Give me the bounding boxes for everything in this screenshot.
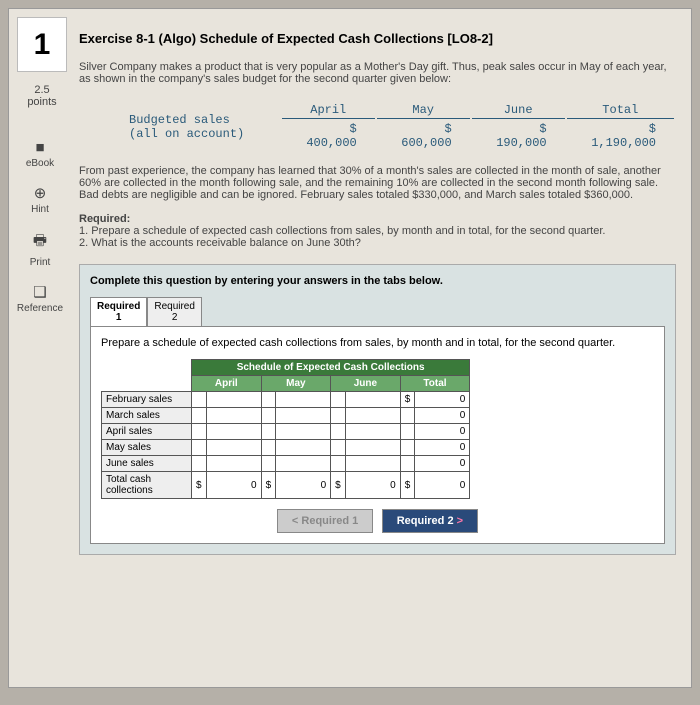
cell-input[interactable] bbox=[206, 424, 261, 440]
next-button[interactable]: Required 2 > bbox=[382, 509, 478, 533]
cell-input[interactable] bbox=[345, 424, 400, 440]
cell-total: 0 bbox=[415, 424, 470, 440]
schedule-table: Schedule of Expected Cash Collections Ap… bbox=[101, 359, 470, 499]
currency: $ bbox=[400, 472, 415, 499]
sidebar: ■ eBook ⊕ Hint 🖶 Print ❑ Reference bbox=[9, 139, 71, 329]
table-row: April sales 0 bbox=[102, 424, 470, 440]
cell-input[interactable] bbox=[206, 408, 261, 424]
tab-strip: Required 1 Required 2 bbox=[90, 297, 665, 326]
tab-label: Required bbox=[154, 301, 195, 312]
points-box: 2.5 points bbox=[17, 84, 67, 108]
cell-total: 0 bbox=[345, 472, 400, 499]
cell-total: 0 bbox=[415, 392, 470, 408]
tab-required-1[interactable]: Required 1 bbox=[90, 297, 147, 326]
budget-val: $ 190,000 bbox=[472, 121, 565, 151]
cell-input[interactable] bbox=[345, 456, 400, 472]
answer-area: Complete this question by entering your … bbox=[79, 264, 676, 555]
next-label: Required 2 bbox=[397, 515, 454, 527]
table-row: June sales 0 bbox=[102, 456, 470, 472]
cell-input[interactable] bbox=[276, 456, 331, 472]
budget-val: $ 600,000 bbox=[377, 121, 470, 151]
cell-total: 0 bbox=[415, 440, 470, 456]
cell-input[interactable] bbox=[345, 408, 400, 424]
sidebar-label: eBook bbox=[26, 158, 54, 169]
currency: $ bbox=[261, 472, 276, 499]
tab-body: Prepare a schedule of expected cash coll… bbox=[90, 326, 665, 544]
experience-text: From past experience, the company has le… bbox=[79, 165, 676, 201]
budget-rowlabel: Budgeted sales (all on account) bbox=[111, 102, 280, 151]
print-icon: 🖶 bbox=[9, 230, 71, 255]
nav-buttons: < Required 1 Required 2 > bbox=[101, 509, 654, 533]
cell-total: 0 bbox=[415, 456, 470, 472]
cell-input[interactable] bbox=[345, 392, 400, 408]
col-may: May bbox=[261, 376, 331, 392]
currency: $ bbox=[192, 472, 207, 499]
sidebar-label: Hint bbox=[31, 204, 49, 215]
budget-val: $ 400,000 bbox=[282, 121, 375, 151]
points-label: points bbox=[17, 96, 67, 108]
currency: $ bbox=[331, 472, 346, 499]
tab-label: 2 bbox=[172, 312, 178, 323]
required-block: Required: 1. Prepare a schedule of expec… bbox=[79, 213, 676, 249]
budget-col: April bbox=[282, 102, 375, 119]
points-value: 2.5 bbox=[17, 84, 67, 96]
budget-col: Total bbox=[567, 102, 674, 119]
chevron-right-icon: > bbox=[457, 515, 463, 527]
cell-input[interactable] bbox=[276, 440, 331, 456]
table-row: February sales $0 bbox=[102, 392, 470, 408]
cell-input[interactable] bbox=[206, 392, 261, 408]
cell-input[interactable] bbox=[276, 408, 331, 424]
sidebar-reference[interactable]: ❑ Reference bbox=[9, 283, 71, 314]
row-label: Total cash collections bbox=[102, 472, 192, 499]
sidebar-print[interactable]: 🖶 Print bbox=[9, 230, 71, 268]
intro-text: Silver Company makes a product that is v… bbox=[79, 61, 676, 85]
budget-val: $ 1,190,000 bbox=[567, 121, 674, 151]
required-label: Required: bbox=[79, 213, 676, 225]
cell-input[interactable] bbox=[276, 424, 331, 440]
table-row: March sales 0 bbox=[102, 408, 470, 424]
row-label: February sales bbox=[102, 392, 192, 408]
budget-col: June bbox=[472, 102, 565, 119]
col-total: Total bbox=[400, 376, 470, 392]
answer-instruction: Complete this question by entering your … bbox=[90, 275, 665, 287]
schedule-title: Schedule of Expected Cash Collections bbox=[192, 360, 470, 376]
budget-col: May bbox=[377, 102, 470, 119]
hint-icon: ⊕ bbox=[9, 184, 71, 202]
exercise-title: Exercise 8-1 (Algo) Schedule of Expected… bbox=[79, 31, 676, 46]
cell-total: 0 bbox=[206, 472, 261, 499]
sidebar-label: Print bbox=[30, 257, 51, 268]
cell-total: 0 bbox=[415, 408, 470, 424]
currency: $ bbox=[400, 392, 415, 408]
prev-button[interactable]: < Required 1 bbox=[277, 509, 373, 533]
cell-input[interactable] bbox=[206, 440, 261, 456]
cell-input[interactable] bbox=[345, 440, 400, 456]
row-label: May sales bbox=[102, 440, 192, 456]
required-item: 2. What is the accounts receivable balan… bbox=[79, 237, 676, 249]
row-label: March sales bbox=[102, 408, 192, 424]
cell-total: 0 bbox=[276, 472, 331, 499]
row-label: June sales bbox=[102, 456, 192, 472]
cell-input[interactable] bbox=[206, 456, 261, 472]
tab-required-2[interactable]: Required 2 bbox=[147, 297, 202, 326]
sidebar-ebook[interactable]: ■ eBook bbox=[9, 139, 71, 169]
budget-table: Budgeted sales (all on account) April Ma… bbox=[109, 100, 676, 153]
table-row: May sales 0 bbox=[102, 440, 470, 456]
col-april: April bbox=[192, 376, 262, 392]
required-item: 1. Prepare a schedule of expected cash c… bbox=[79, 225, 676, 237]
cell-input[interactable] bbox=[276, 392, 331, 408]
table-row-total: Total cash collections $0 $0 $0 $0 bbox=[102, 472, 470, 499]
schedule-intro: Prepare a schedule of expected cash coll… bbox=[101, 337, 654, 349]
reference-icon: ❑ bbox=[9, 283, 71, 301]
tab-label: Required bbox=[97, 301, 140, 312]
row-label: April sales bbox=[102, 424, 192, 440]
ebook-icon: ■ bbox=[9, 139, 71, 156]
tab-label: 1 bbox=[116, 312, 122, 323]
cell-total: 0 bbox=[415, 472, 470, 499]
sidebar-hint[interactable]: ⊕ Hint bbox=[9, 184, 71, 215]
question-number: 1 bbox=[17, 17, 67, 72]
chevron-left-icon: < bbox=[292, 515, 298, 527]
prev-label: Required 1 bbox=[301, 515, 358, 527]
col-june: June bbox=[331, 376, 401, 392]
sidebar-label: Reference bbox=[17, 303, 63, 314]
